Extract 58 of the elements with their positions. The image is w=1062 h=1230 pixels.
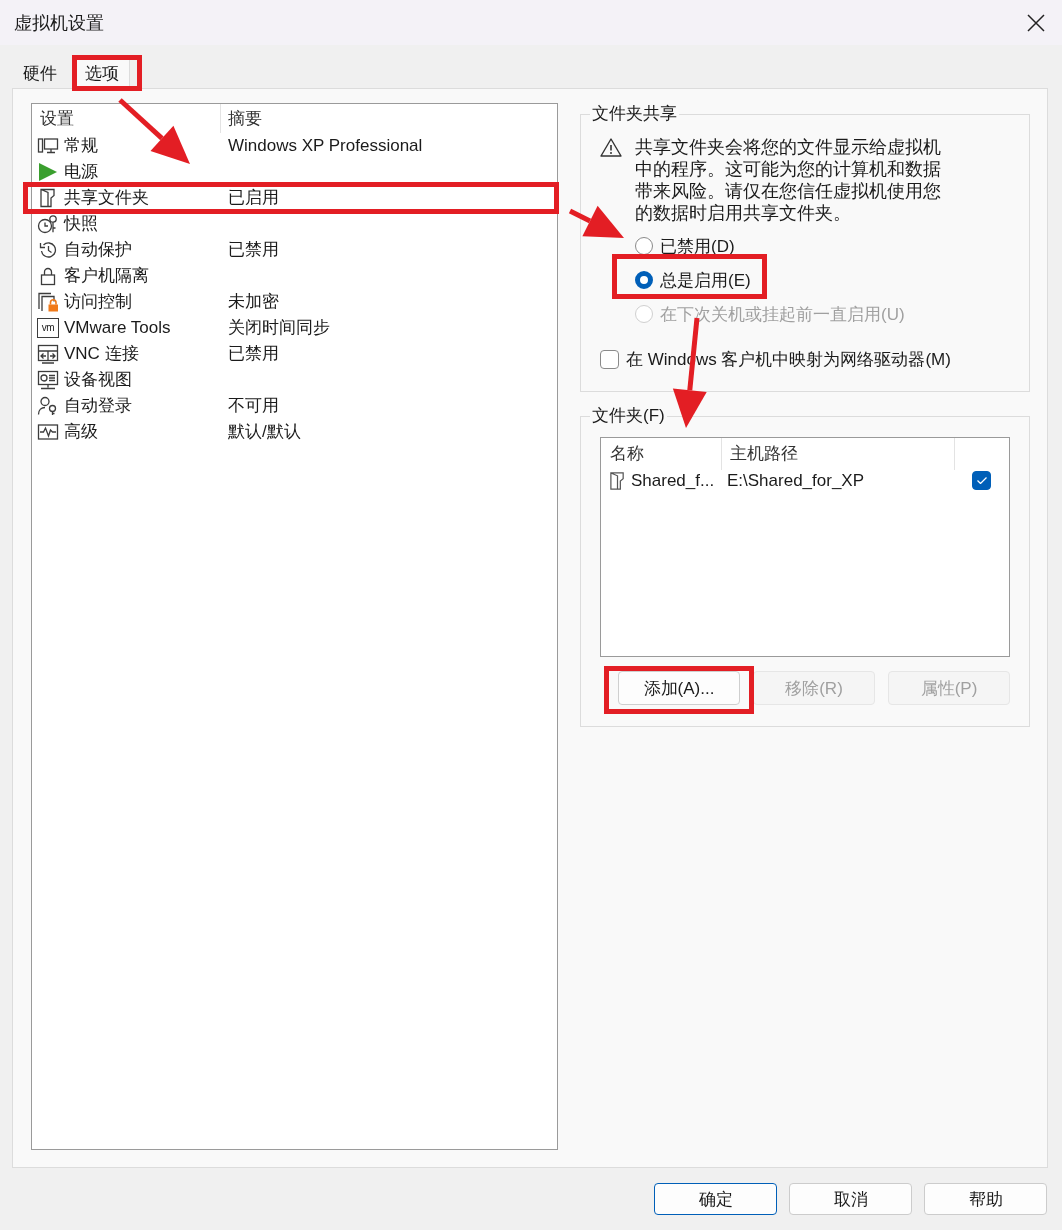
setting-name[interactable]: 设备视图 — [64, 370, 132, 390]
setting-name[interactable]: 高级 — [64, 422, 98, 442]
setting-name[interactable]: 客户机隔离 — [64, 266, 149, 286]
setting-summary: Windows XP Professional — [228, 135, 423, 155]
table-cell: E:\Shared_for_XP — [727, 470, 865, 490]
play-icon — [37, 162, 59, 182]
setting-summary: 已启用 — [228, 187, 279, 207]
folder-icon — [609, 470, 626, 491]
radio-button[interactable] — [635, 237, 653, 255]
close-icon — [1027, 13, 1045, 32]
radio-label[interactable]: 总是启用(E) — [660, 268, 751, 292]
setting-name[interactable]: 自动登录 — [64, 396, 132, 416]
add-button[interactable]: 添加(A)... — [618, 671, 740, 705]
close-button[interactable] — [1027, 13, 1045, 32]
setting-name[interactable]: VMware Tools — [64, 318, 171, 338]
setting-name[interactable]: VNC 连接 — [64, 344, 139, 364]
monitor-card-icon — [37, 370, 59, 390]
vm-logo: vm — [37, 318, 59, 338]
warning-icon — [600, 138, 622, 157]
setting-name[interactable]: 访问控制 — [64, 292, 132, 312]
setting-name[interactable]: 快照 — [64, 214, 98, 234]
column-header: 设置 — [39, 108, 75, 130]
warning-text: 共享文件夹会将您的文件显示给虚拟机中的程序。这可能为您的计算机和数据带来风险。请仅在您信任虚拟机使用您的数据时启用共享文件夹。 — [635, 136, 942, 224]
column-header: 摘要 — [220, 104, 557, 133]
column-header: 主机路径 — [721, 438, 954, 470]
checkbox[interactable] — [972, 471, 991, 490]
setting-name[interactable]: 自动保护 — [64, 240, 132, 260]
setting-summary: 关闭时间同步 — [228, 317, 330, 337]
setting-summary: 已禁用 — [228, 239, 279, 259]
ok-button[interactable]: 确定 — [654, 1183, 777, 1215]
annotation-arrow — [568, 205, 624, 238]
group-title: 文件夹共享 — [591, 103, 678, 125]
setting-summary: 已禁用 — [228, 343, 279, 363]
radio-label[interactable]: 已禁用(D) — [660, 234, 735, 258]
history-icon — [37, 240, 59, 260]
setting-name[interactable]: 共享文件夹 — [64, 188, 149, 208]
window-title: 虚拟机设置 — [14, 11, 104, 35]
table-cell: Shared_f... — [631, 470, 715, 491]
setting-name[interactable]: 常规 — [64, 136, 98, 156]
user-key-icon — [37, 396, 59, 416]
checkbox[interactable] — [600, 349, 619, 369]
monitor-icon — [37, 136, 59, 156]
tab[interactable]: 硬件 — [12, 57, 68, 89]
transfer-arrows-icon — [37, 344, 59, 364]
column-header: 名称 — [609, 443, 645, 465]
radio-button[interactable] — [635, 271, 653, 289]
setting-summary: 默认/默认 — [228, 421, 301, 441]
group-title: 文件夹(F) — [591, 405, 666, 427]
cancel-button[interactable]: 取消 — [789, 1183, 912, 1215]
clock-icon — [37, 214, 59, 234]
help-button[interactable]: 帮助 — [924, 1183, 1047, 1215]
setting-name[interactable]: 电源 — [64, 162, 98, 182]
annotation-arrow — [118, 98, 190, 164]
check-icon — [976, 477, 987, 484]
setting-summary: 不可用 — [228, 395, 279, 415]
waveform-icon — [37, 422, 59, 442]
locked-pages-icon — [37, 292, 59, 312]
setting-summary: 未加密 — [228, 291, 279, 311]
